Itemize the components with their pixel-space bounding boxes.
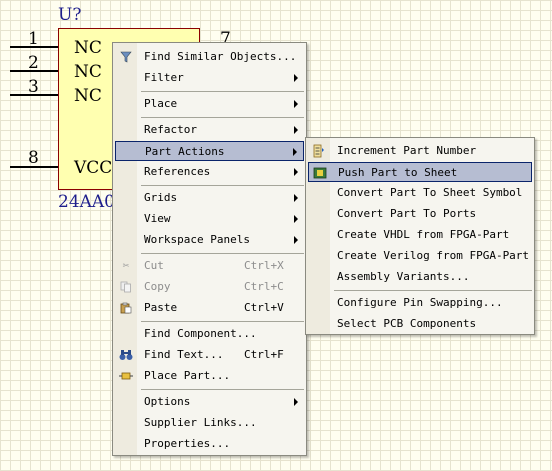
menu-item-push-part-to-sheet[interactable]: Push Part to Sheet: [308, 162, 532, 182]
scissors-icon: ✂: [122, 259, 130, 272]
binoculars-icon: [119, 348, 133, 362]
menu-item-label: Find Text...: [144, 348, 224, 361]
pin-name: NC: [74, 38, 102, 58]
menu-item-place[interactable]: Place: [115, 94, 304, 114]
copy-icon: [119, 280, 133, 294]
menu-item-label: Push Part to Sheet: [338, 166, 458, 179]
menu-item-convert-part-to-ports[interactable]: Convert Part To Ports: [308, 204, 532, 224]
menu-item-convert-part-to-sheet-symbol[interactable]: Convert Part To Sheet Symbol: [308, 183, 532, 203]
menu-item-label: Options: [144, 395, 191, 408]
part-actions-submenu: Increment Part Number Push Part to Sheet…: [305, 137, 535, 335]
part-comment[interactable]: 24AA0: [58, 192, 115, 212]
menu-item-label: Workspace Panels: [144, 233, 250, 246]
menu-item-assembly-variants[interactable]: Assembly Variants...: [308, 267, 532, 287]
menu-item-shortcut: Ctrl+C: [244, 280, 284, 293]
menu-item-label: Find Component...: [144, 327, 257, 340]
menu-item-label: Increment Part Number: [337, 144, 477, 157]
menu-item-label: View: [144, 212, 171, 225]
menu-item-paste[interactable]: Paste Ctrl+V: [115, 298, 304, 318]
menu-separator: [334, 290, 532, 291]
menu-item-label: Refactor: [144, 123, 197, 136]
menu-item-cut[interactable]: ✂ Cut Ctrl+X: [115, 256, 304, 276]
menu-item-create-vhdl[interactable]: Create VHDL from FPGA-Part: [308, 225, 532, 245]
menu-item-find-component[interactable]: Find Component...: [115, 324, 304, 344]
menu-item-shortcut: Ctrl+X: [244, 259, 284, 272]
place-part-icon: [119, 369, 133, 383]
part-designator[interactable]: U?: [58, 5, 81, 25]
menu-item-label: References: [144, 165, 211, 178]
pin-name: NC: [74, 62, 102, 82]
menu-item-refactor[interactable]: Refactor: [115, 120, 304, 140]
pin-name: VCC: [74, 158, 113, 178]
menu-item-create-verilog[interactable]: Create Verilog from FPGA-Part: [308, 246, 532, 266]
submenu-arrow-icon: [294, 74, 298, 82]
menu-item-label: Place: [144, 97, 178, 110]
menu-item-label: Cut: [144, 259, 164, 272]
menu-item-label: Filter: [144, 71, 184, 84]
menu-item-label: Find Similar Objects...: [144, 50, 297, 63]
menu-item-properties[interactable]: Properties...: [115, 434, 304, 454]
menu-item-references[interactable]: References: [115, 162, 304, 182]
menu-item-label: Create Verilog from FPGA-Part: [337, 249, 530, 262]
context-menu: Find Similar Objects... Filter Place Ref…: [112, 42, 307, 456]
menu-separator: [141, 91, 304, 92]
paste-icon: [119, 301, 133, 315]
menu-item-increment-part-number[interactable]: Increment Part Number: [308, 141, 532, 161]
menu-item-supplier-links[interactable]: Supplier Links...: [115, 413, 304, 433]
menu-separator: [141, 185, 304, 186]
increment-icon: [312, 144, 326, 158]
menu-item-grids[interactable]: Grids: [115, 188, 304, 208]
menu-item-shortcut: Ctrl+V: [244, 301, 284, 314]
menu-item-label: Select PCB Components: [337, 317, 477, 330]
menu-item-label: Configure Pin Swapping...: [337, 296, 503, 309]
menu-item-label: Convert Part To Ports: [337, 207, 477, 220]
menu-item-select-pcb-components[interactable]: Select PCB Components: [308, 314, 532, 334]
menu-item-workspace-panels[interactable]: Workspace Panels: [115, 230, 304, 250]
menu-item-label: Grids: [144, 191, 178, 204]
menu-item-copy[interactable]: Copy Ctrl+C: [115, 277, 304, 297]
menu-item-label: Place Part...: [144, 369, 231, 382]
submenu-arrow-icon: [293, 148, 297, 156]
menu-item-shortcut: Ctrl+F: [244, 348, 284, 361]
menu-item-view[interactable]: View: [115, 209, 304, 229]
menu-item-label: Paste: [144, 301, 178, 314]
menu-item-label: Assembly Variants...: [337, 270, 470, 283]
menu-item-options[interactable]: Options: [115, 392, 304, 412]
funnel-icon: [119, 50, 133, 64]
submenu-arrow-icon: [294, 100, 298, 108]
submenu-arrow-icon: [294, 236, 298, 244]
menu-item-label: Copy: [144, 280, 171, 293]
menu-item-filter[interactable]: Filter: [115, 68, 304, 88]
menu-item-label: Supplier Links...: [144, 416, 257, 429]
pin-number: 8: [28, 148, 39, 168]
pin-number: 3: [28, 77, 39, 97]
pin-number: 2: [28, 53, 39, 73]
menu-separator: [141, 117, 304, 118]
pin-number: 1: [28, 29, 39, 49]
menu-item-configure-pin-swapping[interactable]: Configure Pin Swapping...: [308, 293, 532, 313]
menu-item-find-text[interactable]: Find Text... Ctrl+F: [115, 345, 304, 365]
menu-separator: [141, 321, 304, 322]
menu-item-label: Create VHDL from FPGA-Part: [337, 228, 510, 241]
menu-item-part-actions[interactable]: Part Actions: [115, 141, 304, 161]
push-part-icon: [313, 166, 327, 180]
menu-separator: [141, 389, 304, 390]
pin-name: NC: [74, 86, 102, 106]
submenu-arrow-icon: [294, 398, 298, 406]
menu-item-label: Part Actions: [145, 145, 225, 158]
menu-item-place-part[interactable]: Place Part...: [115, 366, 304, 386]
menu-separator: [141, 253, 304, 254]
menu-item-label: Convert Part To Sheet Symbol: [337, 186, 523, 199]
submenu-arrow-icon: [294, 168, 298, 176]
menu-item-find-similar-objects[interactable]: Find Similar Objects...: [115, 47, 304, 67]
submenu-arrow-icon: [294, 215, 298, 223]
submenu-arrow-icon: [294, 194, 298, 202]
submenu-arrow-icon: [294, 126, 298, 134]
menu-item-label: Properties...: [144, 437, 231, 450]
